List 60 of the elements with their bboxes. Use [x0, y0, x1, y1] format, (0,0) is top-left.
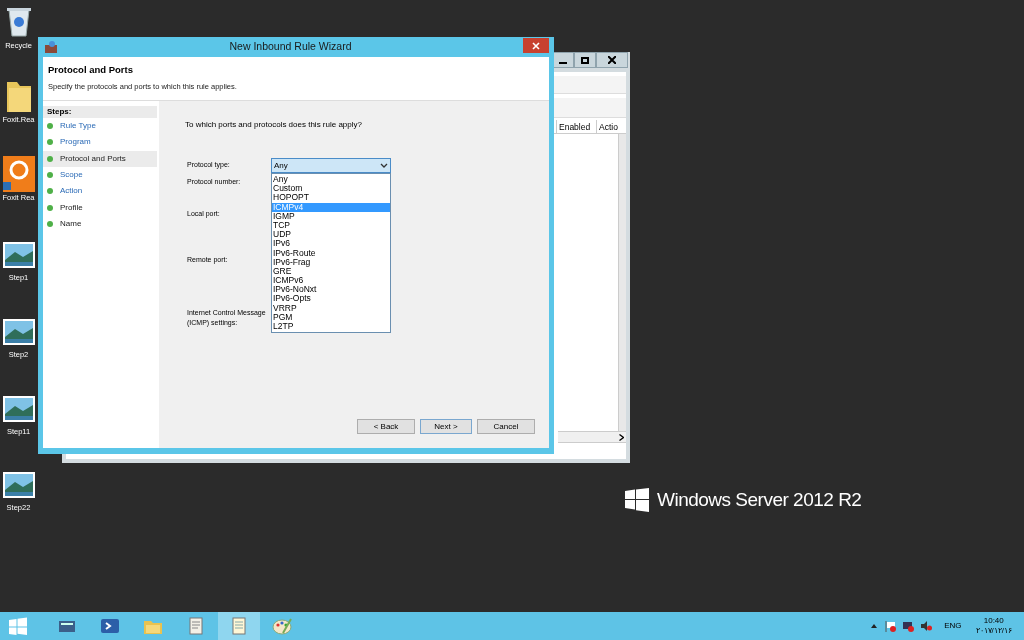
minimize-button[interactable]	[552, 52, 574, 68]
dropdown-option[interactable]: PGM	[272, 312, 390, 322]
flag-icon[interactable]	[884, 620, 897, 632]
maximize-button[interactable]	[574, 52, 596, 68]
dropdown-option[interactable]: ICMPv6	[272, 276, 390, 286]
dropdown-option[interactable]: IPv6	[272, 239, 390, 249]
speaker-muted-icon[interactable]	[920, 620, 933, 632]
windows-logo-icon	[9, 617, 27, 635]
network-icon[interactable]	[902, 620, 915, 632]
caret-up-icon[interactable]	[870, 623, 879, 629]
wizard-button[interactable]: < Back	[357, 419, 415, 434]
dropdown-option[interactable]: Custom	[272, 184, 390, 194]
maximize-icon	[581, 56, 589, 64]
language-indicator[interactable]: ENG	[944, 620, 962, 632]
dropdown-option[interactable]: IPv6-NoNxt	[272, 285, 390, 295]
status-dot-icon	[46, 187, 54, 196]
question-text: To which ports and protocols does this rule apply?	[185, 120, 363, 130]
dropdown-option[interactable]: L2TP	[272, 322, 390, 332]
dropdown-option[interactable]: VRRP	[272, 303, 390, 313]
status-dot-icon	[46, 203, 54, 212]
status-dot-icon	[46, 154, 54, 163]
steps-heading: Steps:	[43, 106, 157, 118]
scrollbar[interactable]	[558, 431, 626, 443]
page-heading: Protocol and Ports	[48, 64, 134, 76]
step-item[interactable]: Rule Type	[43, 118, 157, 135]
window-title: New Inbound Rule Wizard	[228, 39, 353, 55]
dropdown-option[interactable]: IPv6-Route	[272, 248, 390, 258]
close-icon	[608, 56, 616, 64]
dropdown-option[interactable]: TCP	[272, 220, 390, 231]
dropdown-option[interactable]: IPv6-Frag	[272, 257, 390, 267]
dropdown-option[interactable]: IGMP	[272, 211, 390, 221]
scroll-right-icon[interactable]	[619, 433, 624, 441]
os-branding: Windows Server 2012 R2	[657, 488, 862, 512]
close-icon	[531, 40, 541, 51]
step-item[interactable]: Name	[43, 215, 157, 233]
step-item[interactable]: Program	[43, 134, 157, 151]
dropdown-option[interactable]: Any	[272, 175, 390, 185]
wizard-button[interactable]: Cancel	[477, 419, 535, 434]
step-item[interactable]: Profile	[43, 199, 157, 216]
status-dot-icon	[46, 122, 54, 131]
column-header[interactable]: Enabled	[556, 120, 596, 133]
status-dot-icon	[46, 171, 54, 180]
pdf-icon[interactable]	[0, 156, 37, 192]
scrollbar[interactable]	[618, 134, 626, 431]
dropdown-option[interactable]: GRE	[272, 266, 390, 277]
dropdown-option[interactable]: HOPOPT	[272, 193, 390, 203]
protocol-dropdown[interactable]: Any	[271, 158, 391, 173]
toolbox-icon	[44, 40, 58, 54]
step-item[interactable]: Scope	[43, 166, 157, 184]
column-header[interactable]: Actio	[596, 120, 620, 133]
chevron-down-icon	[380, 162, 388, 169]
step-item[interactable]: Protocol and Ports	[43, 150, 157, 167]
dropdown-option[interactable]: IPv6-Opts	[272, 294, 390, 304]
status-dot-icon	[46, 138, 54, 147]
windows-logo-icon	[625, 488, 649, 513]
close-button[interactable]	[596, 52, 628, 68]
wizard-button[interactable]: Next >	[420, 419, 472, 434]
status-dot-icon	[46, 219, 54, 228]
step-item[interactable]: Action	[43, 183, 157, 200]
dropdown-option[interactable]: UDP	[272, 230, 390, 240]
